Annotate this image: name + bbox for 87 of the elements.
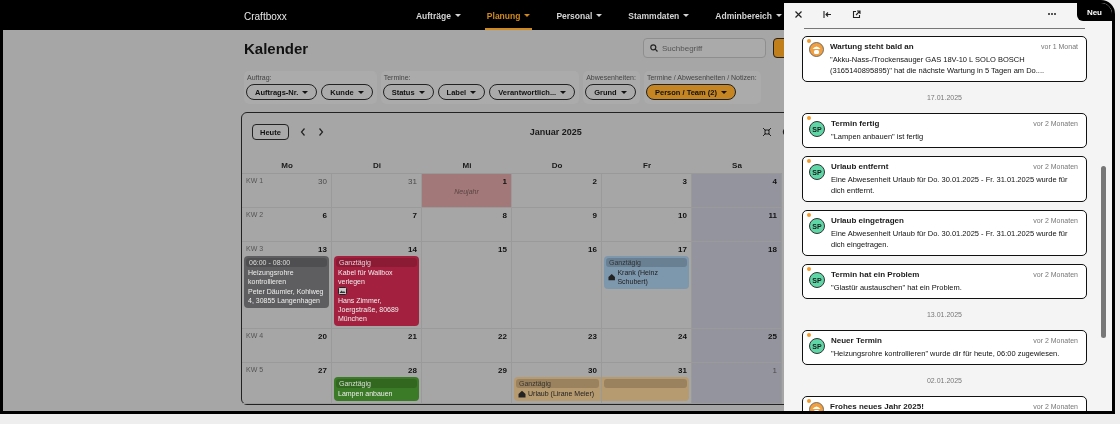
notification-title: Urlaub eingetragen: [831, 216, 904, 225]
day-number: 11: [768, 211, 777, 220]
day-cell[interactable]: 11: [692, 208, 782, 242]
day-number: 30: [318, 177, 327, 186]
day-cell[interactable]: 8: [422, 208, 512, 242]
day-number: 31: [678, 366, 687, 375]
day-number: 27: [318, 366, 327, 375]
day-cell[interactable]: 16: [512, 242, 602, 329]
caret-icon: [720, 90, 727, 94]
caret-icon: [596, 14, 603, 17]
day-number: 14: [408, 245, 417, 254]
page-title: Kalender: [244, 39, 309, 57]
caret-icon: [302, 90, 309, 94]
day-number: 20: [318, 332, 327, 341]
nav-item[interactable]: Personal: [554, 3, 605, 30]
search-icon: [650, 44, 658, 52]
day-cell[interactable]: 31: [602, 363, 692, 404]
nav-item[interactable]: Planung: [484, 3, 533, 30]
day-cell[interactable]: 22: [422, 329, 512, 363]
collapse-left-icon[interactable]: [823, 9, 832, 19]
brand-name: Craftboxx: [244, 11, 288, 22]
search-field[interactable]: Suchbegriff: [643, 38, 766, 58]
weekday-header: Fr: [602, 151, 692, 174]
notification-title: Neuer Termin: [831, 336, 882, 345]
day-number: 9: [592, 211, 597, 220]
more-icon[interactable]: [1046, 12, 1057, 16]
house-icon: [608, 273, 616, 281]
day-cell[interactable]: 9: [512, 208, 602, 242]
caret-icon: [418, 90, 425, 94]
day-number: 25: [768, 332, 777, 341]
day-number: 31: [408, 177, 417, 186]
day-number: 16: [588, 245, 597, 254]
day-number: 30: [588, 366, 597, 375]
calendar-title: Januar 2025: [529, 127, 582, 137]
day-number: 17: [678, 245, 687, 254]
house-icon: [518, 389, 526, 398]
external-link-icon[interactable]: [852, 9, 861, 19]
day-number: 15: [498, 245, 507, 254]
collapse-icon[interactable]: [762, 127, 772, 137]
day-number: 23: [588, 332, 597, 341]
day-cell[interactable]: 15: [422, 242, 512, 329]
day-cell[interactable]: 29: [422, 363, 512, 404]
day-cell[interactable]: 21: [332, 329, 422, 363]
nav-item[interactable]: Stammdaten: [626, 3, 692, 30]
caret-icon: [620, 90, 627, 94]
day-number: 3: [682, 177, 687, 186]
day-cell[interactable]: 25: [692, 329, 782, 363]
day-cell[interactable]: 4: [692, 174, 782, 208]
day-number: 21: [408, 332, 417, 341]
day-number: 4: [772, 177, 777, 186]
day-cell[interactable]: 23: [512, 329, 602, 363]
caret-icon: [470, 90, 477, 94]
day-number: 29: [498, 366, 507, 375]
day-number: 24: [678, 332, 687, 341]
caret-icon: [524, 14, 531, 17]
day-number: 6: [322, 211, 327, 220]
notification-title: Urlaub entfernt: [831, 162, 889, 171]
caret-icon: [560, 90, 567, 94]
caret-icon: [683, 14, 690, 17]
weekday-header: Mo: [242, 151, 332, 174]
weekday-header: Di: [332, 151, 422, 174]
weekday-header: Do: [512, 151, 602, 174]
caret-icon: [357, 90, 364, 94]
day-number: 13: [318, 245, 327, 254]
day-cell[interactable]: 7: [332, 208, 422, 242]
day-number: 28: [408, 366, 417, 375]
day-number: 7: [412, 211, 417, 220]
notification-title: Termin fertig: [831, 119, 880, 128]
day-number: 1: [772, 366, 777, 375]
close-icon[interactable]: [794, 9, 803, 19]
notification-title: Termin hat ein Problem: [831, 270, 920, 279]
notification-title: Frohes neues Jahr 2025!: [830, 402, 924, 411]
day-number: 2: [592, 177, 597, 186]
day-number: 22: [498, 332, 507, 341]
new-button[interactable]: Neu: [1076, 3, 1112, 21]
notification-title: Wartung steht bald an: [830, 42, 914, 51]
nav-item[interactable]: Aufträge: [413, 3, 463, 30]
day-number: 18: [768, 245, 777, 254]
caret-icon: [454, 14, 461, 17]
day-number: 8: [502, 211, 507, 220]
chevron-right-icon[interactable]: [316, 127, 325, 137]
chevron-left-icon[interactable]: [298, 127, 307, 137]
day-cell[interactable]: 2: [512, 174, 602, 208]
logo-icon: [809, 42, 824, 57]
day-number: 10: [678, 211, 687, 220]
day-number: 1: [502, 177, 507, 186]
day-cell[interactable]: 18: [692, 242, 782, 329]
